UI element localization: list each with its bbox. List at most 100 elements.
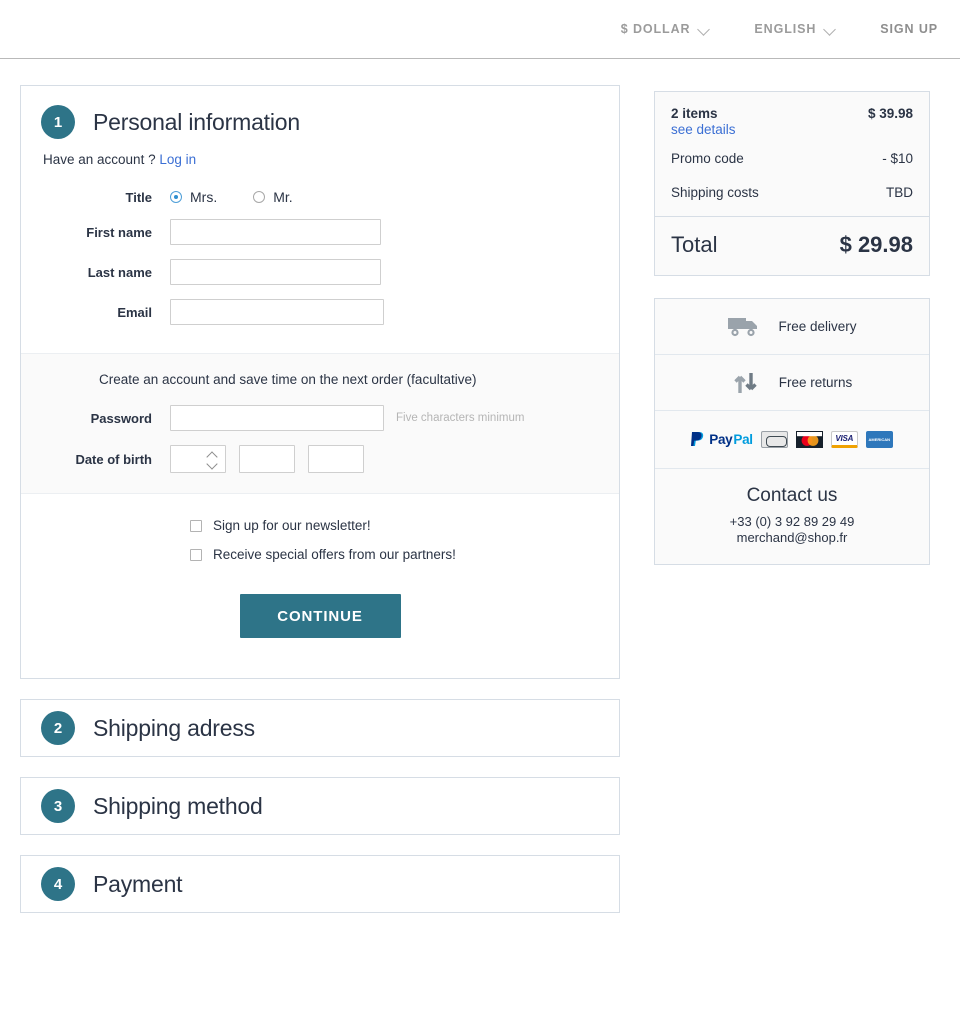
title-mrs-label: Mrs. — [190, 189, 218, 205]
perks-card: Free delivery Free returns Pay Pal VISA … — [654, 298, 930, 565]
paypal-pal-text: Pal — [733, 432, 753, 447]
language-selector[interactable]: ENGLISH — [754, 22, 836, 36]
dob-day-select[interactable] — [170, 445, 226, 473]
see-details-link[interactable]: see details — [671, 122, 913, 137]
checkbox-icon[interactable] — [190, 548, 202, 561]
step-2-header[interactable]: 2 Shipping adress — [21, 711, 255, 745]
payment-methods-row: Pay Pal VISA AMERICAN — [655, 411, 929, 469]
step-1-title: Personal information — [93, 108, 300, 135]
dob-year-input[interactable] — [308, 445, 364, 473]
personal-info-form: Title Mrs. Mr. First name Last name Emai… — [21, 167, 619, 353]
step-payment[interactable]: 4 Payment — [20, 855, 620, 913]
create-account-section: Create an account and save time on the n… — [21, 353, 619, 494]
sign-up-label: SIGN UP — [880, 22, 938, 36]
contact-title: Contact us — [746, 485, 838, 506]
free-returns-label: Free returns — [778, 375, 853, 390]
paypal-icon — [691, 432, 704, 446]
date-of-birth-row: Date of birth — [21, 445, 619, 473]
delivery-truck-icon — [728, 317, 758, 336]
step-personal-information: 1 Personal information Have an account ?… — [20, 85, 620, 679]
amex-line-1: AMERICAN — [868, 437, 891, 442]
free-delivery-row: Free delivery — [655, 299, 929, 355]
password-row: Password Five characters minimum — [21, 405, 619, 431]
chevron-down-icon — [699, 24, 710, 35]
have-account-row: Have an account ? Log in — [21, 139, 619, 167]
free-returns-row: Free returns — [655, 355, 929, 411]
total-amount: $ 29.98 — [839, 232, 913, 257]
summary-items-amount: $ 39.98 — [867, 106, 913, 121]
step-shipping-address[interactable]: 2 Shipping adress — [20, 699, 620, 757]
dob-month-input[interactable] — [239, 445, 295, 473]
log-in-link[interactable]: Log in — [159, 152, 196, 167]
step-2-number: 2 — [41, 711, 75, 745]
create-account-note: Create an account and save time on the n… — [99, 372, 477, 387]
last-name-label: Last name — [87, 264, 152, 280]
language-label: ENGLISH — [754, 22, 817, 36]
summary-lines: 2 items $ 39.98 see details Promo code -… — [655, 92, 929, 216]
title-mr-label: Mr. — [273, 189, 293, 205]
first-name-input[interactable] — [170, 219, 381, 245]
summary-shipping-row: Shipping costs TBD — [671, 185, 913, 200]
password-hint: Five characters minimum — [396, 412, 525, 424]
step-1-header[interactable]: 1 Personal information — [21, 86, 619, 139]
mastercard-circles-icon — [795, 431, 823, 448]
paypal-pay-text: Pay — [709, 432, 733, 447]
password-input[interactable] — [170, 405, 384, 431]
summary-total-row: Total $ 29.98 — [655, 216, 929, 275]
contact-phone: +33 (0) 3 92 89 29 49 — [729, 514, 855, 529]
currency-selector[interactable]: $ DOLLAR — [621, 22, 711, 36]
checkout-page: $ DOLLAR ENGLISH SIGN UP 1 Personal info… — [0, 0, 960, 1011]
mastercard-icon — [795, 431, 823, 448]
summary-promo-label: Promo code — [671, 151, 744, 166]
currency-label: $ DOLLAR — [620, 22, 691, 36]
cb-card-icon — [760, 431, 788, 448]
summary-shipping-amount: TBD — [886, 185, 913, 200]
amex-icon: AMERICAN — [865, 431, 893, 448]
contact-email: merchand@shop.fr — [736, 530, 848, 545]
title-label: Title — [125, 189, 153, 205]
checkout-steps-column: 1 Personal information Have an account ?… — [20, 85, 620, 933]
have-account-text: Have an account ? — [43, 152, 156, 167]
first-name-row: First name — [21, 219, 619, 245]
date-of-birth-label: Date of birth — [75, 451, 152, 467]
title-radio-group: Mrs. Mr. — [170, 189, 293, 205]
header-nav: $ DOLLAR ENGLISH SIGN UP — [621, 0, 960, 58]
free-returns-arrows-icon — [734, 372, 757, 393]
radio-unselected-icon — [253, 191, 266, 203]
order-summary-column: 2 items $ 39.98 see details Promo code -… — [654, 91, 930, 565]
password-label: Password — [90, 410, 152, 426]
last-name-input[interactable] — [170, 259, 381, 285]
radio-selected-icon — [170, 191, 182, 203]
paypal-logo: Pay Pal — [691, 431, 753, 448]
partners-label: Receive special offers from our partners… — [213, 547, 456, 562]
summary-items-label: 2 items — [671, 106, 718, 121]
summary-items-row: 2 items $ 39.98 — [671, 106, 913, 121]
step-4-header[interactable]: 4 Payment — [21, 867, 183, 901]
title-radio-mr[interactable]: Mr. — [253, 189, 293, 205]
step-2-title: Shipping adress — [93, 714, 255, 741]
continue-button-wrap: CONTINUE — [21, 576, 619, 678]
continue-button[interactable]: CONTINUE — [239, 594, 401, 638]
email-row: Email — [21, 299, 619, 325]
newsletter-checkbox-row[interactable]: Sign up for our newsletter! — [21, 518, 619, 533]
step-1-number: 1 — [41, 105, 75, 139]
free-delivery-label: Free delivery — [778, 319, 857, 334]
email-input[interactable] — [170, 299, 384, 325]
step-3-header[interactable]: 3 Shipping method — [21, 789, 263, 823]
step-shipping-method[interactable]: 3 Shipping method — [20, 777, 620, 835]
email-label: Email — [117, 304, 152, 320]
title-row: Title Mrs. Mr. — [21, 189, 619, 205]
opt-in-section: Sign up for our newsletter! Receive spec… — [21, 494, 619, 562]
title-radio-mrs[interactable]: Mrs. — [170, 189, 217, 205]
spinner-arrows-icon — [208, 451, 217, 469]
sign-up-link[interactable]: SIGN UP — [880, 22, 938, 36]
checkbox-icon[interactable] — [190, 519, 202, 532]
last-name-row: Last name — [21, 259, 619, 285]
partners-checkbox-row[interactable]: Receive special offers from our partners… — [21, 547, 619, 562]
visa-icon: VISA — [830, 431, 858, 448]
date-of-birth-fields — [170, 445, 364, 473]
contact-section: Contact us +33 (0) 3 92 89 29 49 merchan… — [655, 469, 929, 564]
chevron-down-icon — [825, 24, 836, 35]
